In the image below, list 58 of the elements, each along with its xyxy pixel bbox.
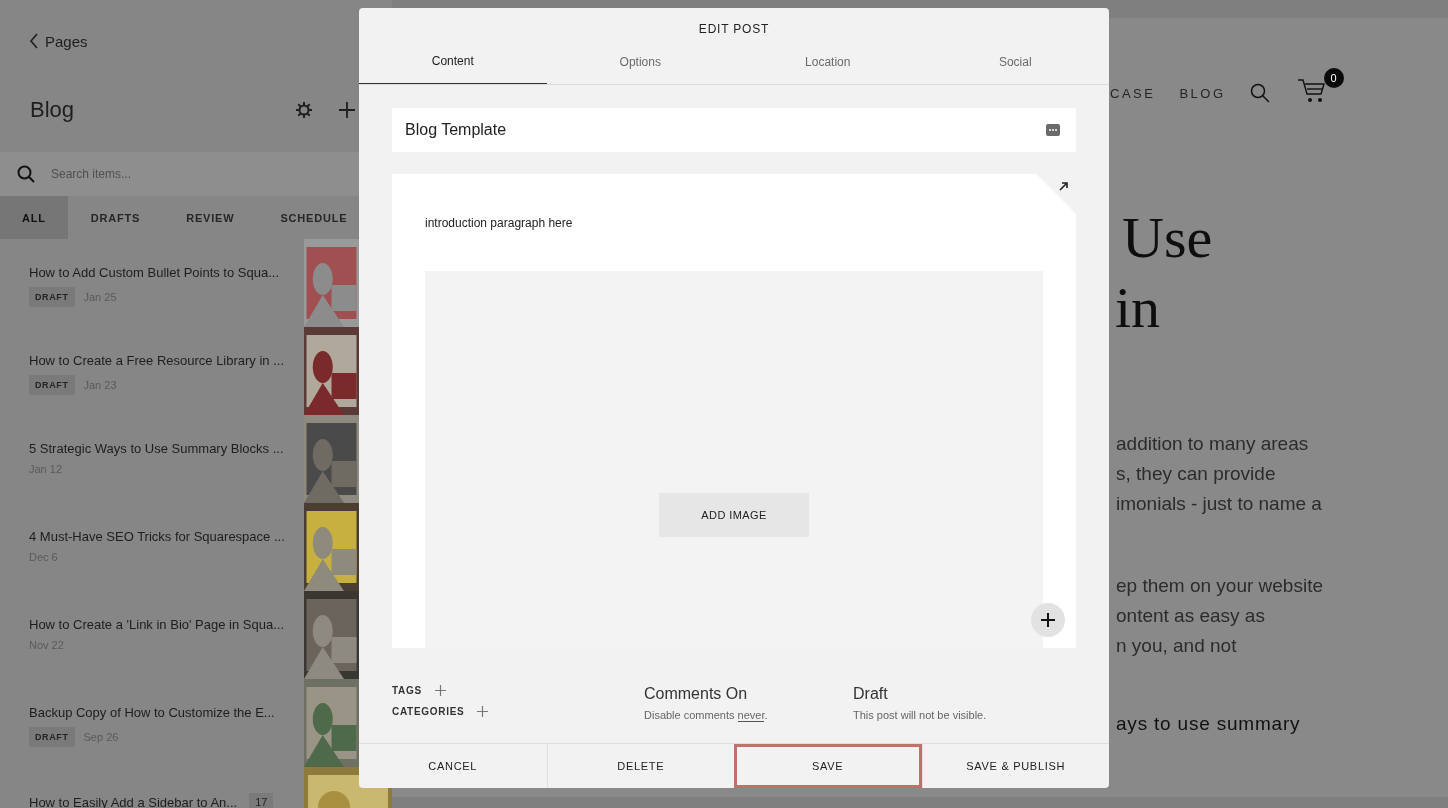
search-field[interactable]: Search items... — [49, 166, 303, 182]
post-status[interactable]: Draft — [853, 685, 987, 703]
nav-link[interactable]: BLOG — [1179, 85, 1226, 101]
cart-icon[interactable] — [1297, 78, 1328, 104]
expand-icon[interactable] — [1059, 181, 1069, 191]
categories-label: CATEGORIES — [392, 706, 465, 717]
tags-label: TAGS — [392, 685, 422, 696]
post-title[interactable]: How to Create a 'Link in Bio' Page in Squa... — [29, 617, 284, 632]
plus-icon[interactable] — [339, 102, 355, 118]
filter-tab[interactable]: REVIEW — [163, 196, 258, 239]
article-subheading: ays to use summary — [1116, 713, 1301, 735]
add-block-icon[interactable] — [1031, 603, 1065, 637]
search-icon — [17, 165, 35, 183]
post-title[interactable]: How to Add Custom Bullet Points to Squa... — [29, 265, 280, 280]
filter-tab[interactable]: SCHEDULE — [257, 196, 348, 239]
footer-button[interactable]: SAVE — [734, 744, 922, 788]
post-title[interactable]: Backup Copy of How to Customize the E... — [29, 705, 275, 720]
post-title[interactable]: 5 Strategic Ways to Use Summary Blocks ... — [29, 441, 284, 456]
status-badge: DRAFT — [29, 287, 75, 307]
title-field[interactable]: Blog Template — [403, 120, 707, 140]
dialog-tab[interactable]: Content — [359, 45, 547, 84]
article-heading: in — [1115, 274, 1162, 342]
article-text: addition to many areas — [1116, 432, 1309, 456]
chevron-left-icon — [29, 33, 39, 49]
page-title: Blog — [30, 97, 75, 123]
footer-button[interactable]: SAVE & PUBLISH — [921, 744, 1109, 788]
dialog-tab[interactable]: Social — [921, 45, 1109, 84]
status-badge: DRAFT — [29, 727, 75, 747]
dialog-title: EDIT POST — [698, 20, 770, 38]
plus-icon[interactable] — [434, 685, 446, 696]
article-text: ep them on your website — [1116, 574, 1323, 598]
dialog-tab[interactable]: Location — [734, 45, 922, 84]
settings-icon[interactable] — [295, 101, 313, 119]
post-title[interactable]: How to Create a Free Resource Library in ... — [29, 353, 285, 368]
article-heading: Use — [1122, 204, 1214, 272]
comments-note: Disable comments never. — [644, 709, 769, 721]
cart-count-badge: 0 — [1323, 68, 1344, 88]
footer-button[interactable]: CANCEL — [359, 744, 547, 788]
article-text: imonials - just to name a — [1116, 492, 1322, 516]
filter-tab[interactable]: ALL — [0, 196, 68, 239]
comments-status[interactable]: Comments On — [644, 685, 853, 703]
plus-icon[interactable] — [477, 706, 489, 717]
back-link[interactable]: Pages — [0, 0, 88, 50]
article-text: n you, and not — [1116, 634, 1237, 658]
dialog-tab[interactable]: Options — [546, 45, 734, 84]
body-text[interactable]: introduction paragraph here — [392, 174, 573, 271]
ellipsis-icon[interactable] — [1046, 124, 1060, 136]
article-text: ontent as easy as — [1116, 604, 1265, 628]
status-note: This post will not be visible. — [853, 709, 987, 721]
article-text: s, they can provide — [1116, 462, 1276, 486]
add-image-button[interactable]: ADD IMAGE — [659, 492, 809, 537]
count-badge: 17 — [249, 793, 274, 808]
footer-button[interactable]: DELETE — [546, 744, 734, 788]
status-badge: DRAFT — [29, 375, 75, 395]
nav-link[interactable]: CASE — [1110, 85, 1156, 101]
filter-tab[interactable]: DRAFTS — [67, 196, 164, 239]
search-icon[interactable] — [1249, 83, 1270, 103]
post-title[interactable]: 4 Must-Have SEO Tricks for Squarespace ... — [29, 529, 285, 544]
